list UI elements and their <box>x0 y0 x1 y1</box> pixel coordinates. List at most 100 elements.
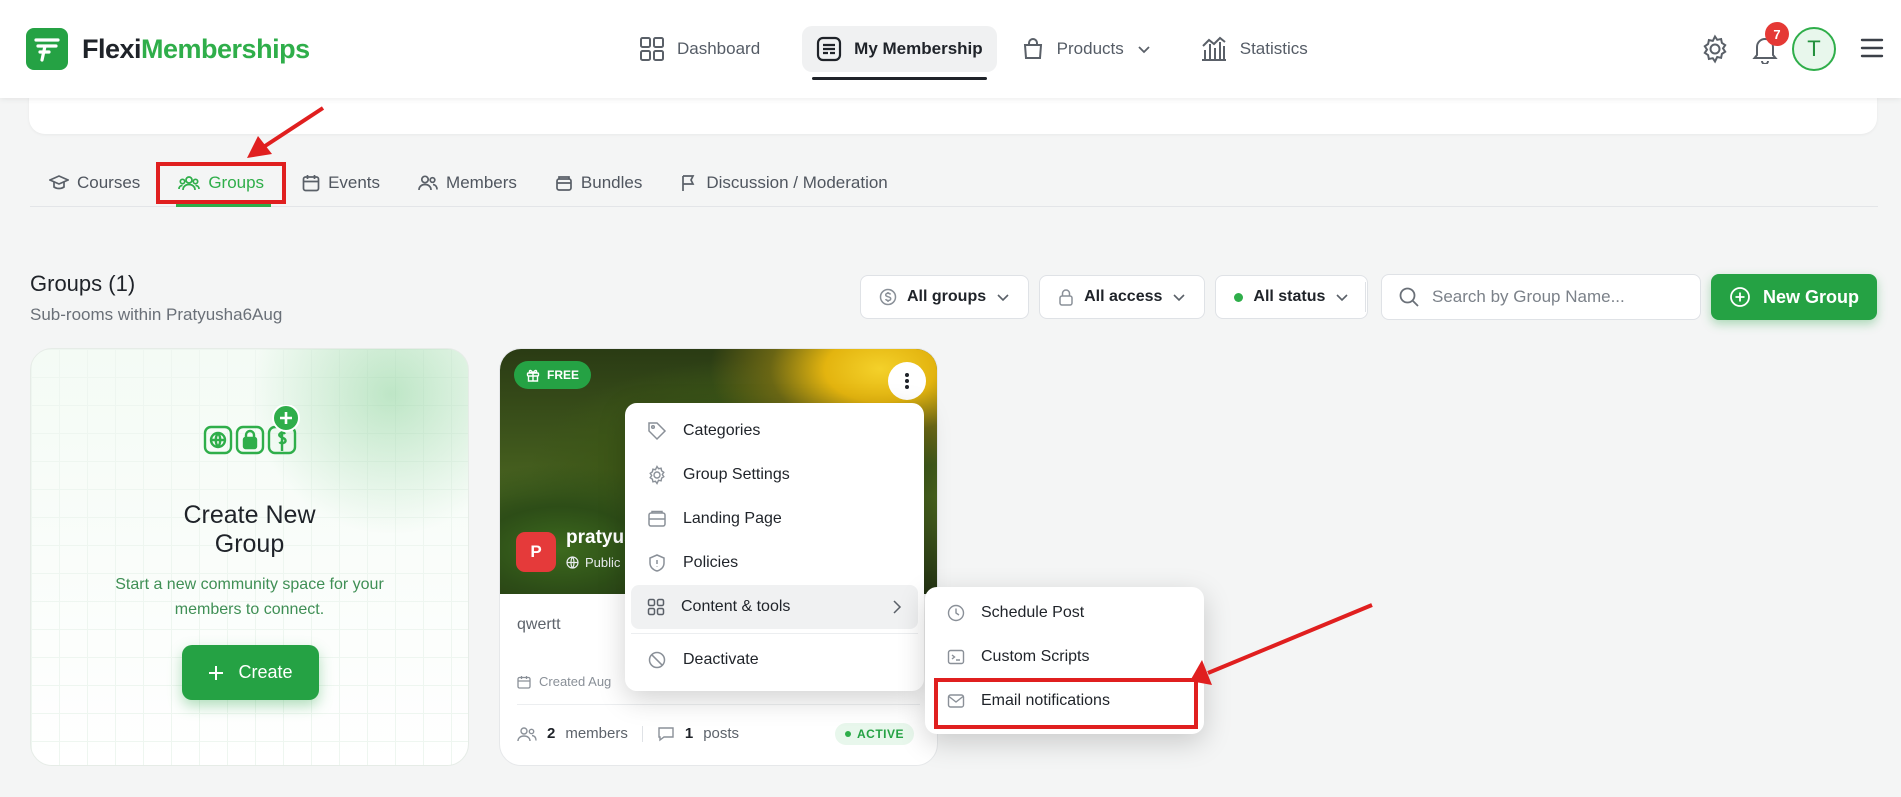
create-card-description: Start a new community space for your mem… <box>115 576 384 618</box>
mail-icon <box>947 693 965 709</box>
globe-icon <box>566 556 579 569</box>
menu-item-landing-page-label: Landing Page <box>683 510 782 527</box>
new-group-label: New Group <box>1762 286 1859 307</box>
search-box[interactable] <box>1381 274 1701 320</box>
nav-my-membership[interactable]: My Membership <box>802 26 997 80</box>
members-icon <box>517 726 537 742</box>
logo-icon <box>26 28 68 70</box>
page-layout-icon <box>647 509 667 529</box>
submenu-item-custom-scripts-label: Custom Scripts <box>981 648 1090 665</box>
tab-groups-label: Groups <box>208 173 265 192</box>
chat-bubble-icon <box>657 726 675 742</box>
nav-products[interactable]: Products <box>1007 26 1166 72</box>
menu-item-content-tools[interactable]: Content & tools <box>631 585 918 629</box>
status-dot-icon <box>1234 292 1244 302</box>
dollar-circle-icon <box>879 288 897 306</box>
filter-all-access[interactable]: All access <box>1039 275 1206 319</box>
settings-icon[interactable] <box>1700 34 1730 64</box>
tab-members[interactable]: Members <box>399 160 536 206</box>
group-created-label: Created Aug <box>539 674 612 689</box>
ban-icon <box>647 650 667 670</box>
submenu-item-schedule-post[interactable]: Schedule Post <box>929 591 1200 635</box>
notification-count-badge: 7 <box>1765 22 1789 46</box>
filter-all-status[interactable]: All status <box>1215 275 1369 319</box>
calendar-icon <box>302 174 320 192</box>
filter-all-groups[interactable]: All groups <box>860 275 1030 319</box>
flag-icon <box>680 174 698 192</box>
group-description: qwertt <box>517 616 561 633</box>
posts-label: posts <box>703 725 740 742</box>
tab-discussion-moderation[interactable]: Discussion / Moderation <box>661 160 906 206</box>
menu-item-group-settings[interactable]: Group Settings <box>631 453 918 497</box>
tab-bundles-label: Bundles <box>580 173 643 192</box>
nav-dashboard[interactable]: Dashboard <box>625 26 774 72</box>
chart-icon <box>1200 36 1228 62</box>
filter-all-access-label: All access <box>1084 288 1163 305</box>
tab-courses[interactable]: Courses <box>30 160 159 206</box>
users-group-icon <box>178 174 201 192</box>
tab-courses-label: Courses <box>77 173 141 192</box>
content-tools-submenu: Schedule Post Custom Scripts Email notif… <box>925 587 1204 734</box>
content-tabs: Courses Groups Events Members Bundles Di… <box>30 160 1878 207</box>
submenu-item-email-notifications[interactable]: Email notifications <box>929 679 1200 723</box>
menu-item-deactivate-label: Deactivate <box>683 651 759 668</box>
lock-icon <box>1058 288 1074 306</box>
search-input[interactable] <box>1432 287 1682 307</box>
chevron-down-icon <box>1136 41 1152 57</box>
menu-item-policies-label: Policies <box>683 554 739 571</box>
members-icon <box>418 174 438 192</box>
menu-item-categories-label: Categories <box>683 422 761 439</box>
nav-my-membership-label: My Membership <box>854 39 983 58</box>
menu-item-categories[interactable]: Categories <box>631 409 918 453</box>
dashboard-icon <box>639 36 665 62</box>
tab-groups[interactable]: Groups <box>159 160 283 207</box>
chevron-right-icon <box>892 599 902 615</box>
box-icon <box>555 174 573 192</box>
tab-bundles[interactable]: Bundles <box>536 160 661 206</box>
menu-item-group-settings-label: Group Settings <box>683 466 790 483</box>
filter-all-status-label: All status <box>1253 288 1326 305</box>
menu-item-content-tools-label: Content & tools <box>681 598 791 615</box>
tab-events-label: Events <box>328 173 381 192</box>
grid-icon <box>647 598 665 616</box>
menu-item-landing-page[interactable]: Landing Page <box>631 497 918 541</box>
calendar-icon <box>517 675 531 689</box>
plus-icon <box>208 665 224 681</box>
create-group-card: Create New Group Start a new community s… <box>30 348 469 766</box>
nav-statistics[interactable]: Statistics <box>1186 26 1322 72</box>
nav-products-label: Products <box>1056 39 1124 58</box>
main-nav: Dashboard My Membership Products Statist… <box>625 26 1322 80</box>
submenu-item-custom-scripts[interactable]: Custom Scripts <box>929 635 1200 679</box>
kebab-menu-icon <box>904 372 910 390</box>
tab-discussion-moderation-label: Discussion / Moderation <box>706 173 888 192</box>
user-avatar[interactable]: T <box>1792 27 1836 71</box>
submenu-item-schedule-post-label: Schedule Post <box>981 604 1085 621</box>
brand-logo[interactable]: FlexiMemberships <box>26 28 310 70</box>
members-label: members <box>565 725 628 742</box>
create-button-label: Create <box>238 662 293 682</box>
menu-item-policies[interactable]: Policies <box>631 541 918 585</box>
graduation-cap-icon <box>49 174 69 192</box>
group-types-illustration <box>203 404 303 472</box>
tab-events[interactable]: Events <box>283 160 399 206</box>
tag-icon <box>647 421 667 441</box>
chevron-down-icon <box>996 290 1010 304</box>
group-visibility: Public <box>566 555 620 570</box>
gear-icon <box>647 465 667 485</box>
nav-statistics-label: Statistics <box>1239 39 1308 58</box>
tab-members-label: Members <box>446 173 517 192</box>
group-actions-menu: Categories Group Settings Landing Page P… <box>625 403 924 691</box>
new-group-button[interactable]: New Group <box>1711 274 1877 320</box>
section-title: Groups (1) <box>30 271 136 296</box>
posts-count: 1 <box>684 725 694 742</box>
shopping-bag-icon <box>1021 37 1045 61</box>
stats-divider <box>641 725 643 742</box>
more-options-button[interactable] <box>888 362 926 400</box>
menu-item-deactivate[interactable]: Deactivate <box>631 638 918 682</box>
hamburger-menu-icon[interactable] <box>1860 37 1884 59</box>
filter-divider <box>1365 282 1366 312</box>
clock-icon <box>947 604 965 622</box>
group-avatar: P <box>516 532 556 572</box>
shield-icon <box>647 553 667 573</box>
create-button[interactable]: Create <box>182 645 319 700</box>
